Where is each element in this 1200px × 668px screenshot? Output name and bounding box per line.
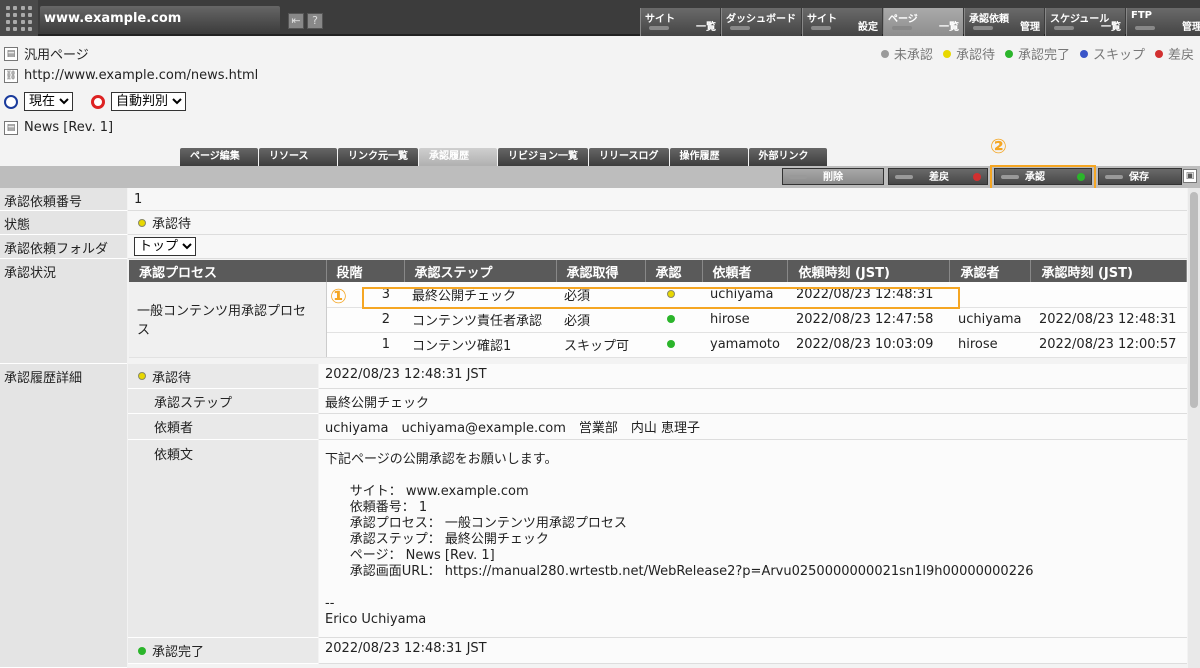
history-status-waiting: 承認待 (128, 364, 318, 389)
page-url-row: ⛓ http://www.example.com/news.html (4, 68, 258, 83)
reject-button[interactable]: 差戻 (888, 168, 988, 185)
folder-label: 承認依頼フォルダ (0, 235, 127, 259)
global-nav: サイト 一覧 ダッシュボード サイト 設定 ページ 一覧 承認依頼 管理 スケジュール一… (640, 8, 1200, 36)
clock-icon (4, 94, 18, 109)
history-message-label: 依頼文 (128, 440, 318, 638)
table-row: 一般コンテンツ用承認プロセス 3 最終公開チェック 必須 uchiyama 20… (129, 282, 1187, 358)
tab-page-edit[interactable]: ページ編集 (180, 148, 258, 166)
folder-value: トップ (128, 235, 1187, 259)
page-time-row: 現在 自動判別 (4, 92, 186, 111)
tab-operation-history[interactable]: 操作履歴 (669, 148, 748, 166)
target-icon (91, 94, 105, 109)
judge-select[interactable]: 自動判別 (111, 92, 186, 111)
page-tabs: ページ編集 リソース リンク元一覧 承認履歴 リビジョン一覧 リリースログ 操作… (180, 148, 828, 166)
approval-status-label: 承認状況 (0, 259, 127, 364)
callout-two: ② (990, 134, 1007, 158)
help-icon[interactable]: ? (307, 13, 323, 29)
document-icon: ▤ (4, 120, 18, 135)
legend-approved: 承認完了 (1004, 44, 1070, 63)
history-waiting-time: 2022/08/23 12:48:31 JST (319, 364, 1187, 389)
nav-schedule[interactable]: スケジュール 一覧 (1045, 8, 1125, 36)
nav-site-settings[interactable]: サイト 設定 (802, 8, 882, 36)
status-legend: 未承認 承認待 承認完了 スキップ 差戻 (880, 44, 1194, 63)
history-message: 下記ページの公開承認をお願いします。 サイト： www.example.com … (319, 440, 1187, 638)
page-icon: ▤ (4, 46, 18, 61)
approval-table: 承認プロセス 段階 承認ステップ 承認取得 承認 依頼者 依頼時刻 (JST) … (129, 260, 1187, 358)
history-requester: uchiyama uchiyama@example.com 営業部 内山 恵理子 (319, 414, 1187, 440)
nav-approval-requests[interactable]: 承認依頼 管理 (964, 8, 1044, 36)
page-url[interactable]: http://www.example.com/news.html (24, 68, 258, 83)
nav-page-list[interactable]: ページ 一覧 (883, 8, 963, 36)
page-title-row: ▤ News [Rev. 1] (4, 120, 113, 135)
vertical-scrollbar[interactable] (1188, 188, 1200, 668)
link-icon: ⛓ (4, 68, 18, 83)
tab-external-links[interactable]: 外部リンク (748, 148, 827, 166)
request-no: 1 (128, 188, 1187, 211)
back-icon[interactable]: ⇤ (288, 13, 304, 29)
app-menu-icon[interactable] (0, 0, 38, 36)
save-button[interactable]: 保存 (1098, 168, 1182, 185)
tab-resources[interactable]: リソース (259, 148, 337, 166)
history-approved-time: 2022/08/23 12:48:31 JST (319, 638, 1187, 664)
time-select[interactable]: 現在 (24, 92, 73, 111)
tab-release-log[interactable]: リリースログ (589, 148, 669, 166)
nav-site-list[interactable]: サイト 一覧 (640, 8, 720, 36)
history-label: 承認履歴詳細 (0, 364, 127, 668)
scrollbar-thumb[interactable] (1190, 192, 1198, 408)
status-label: 状態 (0, 211, 127, 235)
nav-ftp[interactable]: FTP 管理 (1126, 8, 1200, 36)
nav-dashboard[interactable]: ダッシュボード (721, 8, 801, 36)
folder-select[interactable]: トップ (134, 237, 196, 256)
tab-approval-history[interactable]: 承認履歴 (419, 148, 497, 166)
request-no-label: 承認依頼番号 (0, 188, 127, 211)
page-type-row: ▤ 汎用ページ (4, 44, 89, 63)
history-step: 最終公開チェック (319, 389, 1187, 414)
approve-button[interactable]: 承認 (994, 168, 1092, 185)
process-name: 一般コンテンツ用承認プロセス (129, 282, 327, 358)
page-type: 汎用ページ (24, 48, 89, 63)
host-name[interactable]: www.example.com (40, 6, 280, 32)
history-status-approved: 承認完了 (128, 638, 318, 664)
status-value: 承認待 (128, 211, 1187, 235)
approval-table-header: 承認プロセス 段階 承認ステップ 承認取得 承認 依頼者 依頼時刻 (JST) … (129, 260, 1187, 282)
legend-waiting: 承認待 (942, 44, 995, 63)
legend-skip: スキップ (1079, 44, 1145, 63)
delete-button[interactable]: 削除 (782, 168, 884, 185)
page-title: News [Rev. 1] (24, 120, 114, 135)
tab-link-sources[interactable]: リンク元一覧 (338, 148, 418, 166)
legend-unapproved: 未承認 (880, 44, 933, 63)
history-requester-label: 依頼者 (128, 414, 318, 440)
tab-revisions[interactable]: リビジョン一覧 (498, 148, 588, 166)
callout-one: ① (330, 284, 347, 308)
top-bar: www.example.com ⇤ ? サイト 一覧 ダッシュボード サイト 設定 … (0, 0, 1200, 36)
save-icon[interactable]: ▣ (1183, 169, 1197, 183)
history-step-label: 承認ステップ (128, 389, 318, 414)
legend-rejected: 差戻 (1154, 44, 1194, 63)
